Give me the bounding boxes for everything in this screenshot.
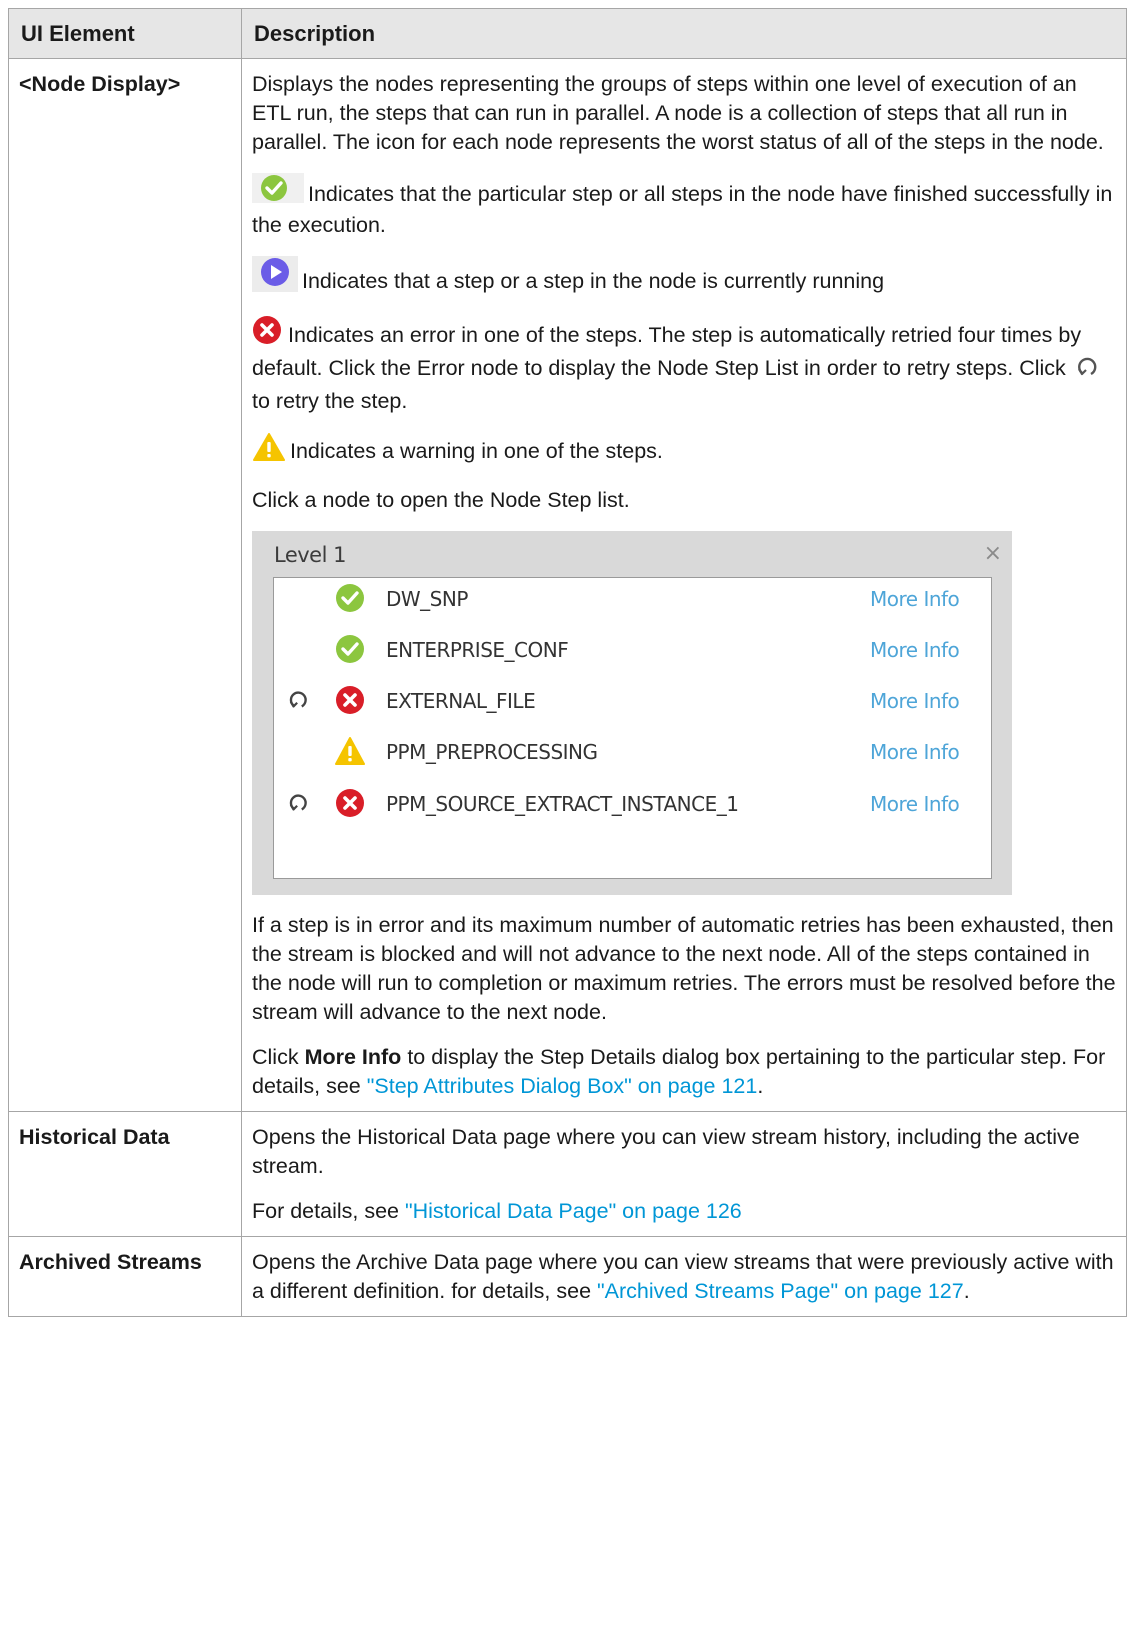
list-item: PPM_SOURCE_EXTRACT_INSTANCE_1 More Info (274, 783, 991, 823)
panel-title: Level 1 (274, 543, 346, 567)
list-item: PPM_PREPROCESSING More Info (274, 731, 991, 771)
more-info-bold: More Info (304, 1045, 402, 1069)
retry-icon (1076, 355, 1100, 387)
check-circle-icon (333, 581, 367, 623)
step-name: ENTERPRISE_CONF (386, 638, 569, 662)
step-name: EXTERNAL_FILE (386, 689, 536, 713)
more-info-end: . (757, 1074, 764, 1098)
list-item: EXTERNAL_FILE More Info (274, 680, 991, 720)
header-ui-element: UI Element (8, 8, 242, 59)
archived-para: Opens the Archive Data page where you ca… (252, 1248, 1116, 1306)
table-row-historical-data: Historical Data Opens the Historical Dat… (8, 1111, 1127, 1237)
description-archived-streams: Opens the Archive Data page where you ca… (241, 1236, 1127, 1317)
status-running-text: Indicates that a step or a step in the n… (302, 269, 885, 293)
element-name-historical-data: Historical Data (8, 1111, 242, 1237)
historical-data-link[interactable]: "Historical Data Page" on page 126 (405, 1199, 742, 1223)
historical-desc: Opens the Historical Data page where you… (252, 1125, 1080, 1178)
click-node-para: Click a node to open the Node Step list. (252, 488, 630, 512)
more-info-link[interactable]: More Info (870, 790, 960, 819)
error-x-circle-icon (333, 683, 367, 725)
element-name-node-display: <Node Display> (8, 58, 242, 1112)
retry-icon[interactable] (288, 792, 310, 822)
warning-triangle-icon (252, 432, 286, 470)
retry-icon[interactable] (288, 689, 310, 719)
check-circle-icon (252, 173, 304, 211)
ui-element-table: UI Element Description <Node Display> Di… (8, 8, 1127, 1317)
status-error-para: Indicates an error in one of the steps. … (252, 316, 1116, 416)
step-name: PPM_PREPROCESSING (386, 740, 598, 764)
element-name-archived-streams: Archived Streams (8, 1236, 242, 1317)
description-historical-data: Opens the Historical Data page where you… (241, 1111, 1127, 1237)
more-info-para: Click More Info to display the Step Deta… (252, 1043, 1116, 1101)
level-panel: Level 1 × DW_SNP More Info ENTERPRISE_CO… (252, 531, 1012, 895)
step-name: DW_SNP (386, 587, 468, 611)
more-info-link[interactable]: More Info (870, 585, 960, 614)
archived-streams-link[interactable]: "Archived Streams Page" on page 127 (597, 1279, 964, 1303)
historical-details-text: For details, see (252, 1199, 399, 1223)
status-error-text-a: Indicates an error in one of the steps. … (252, 323, 1082, 380)
list-item: DW_SNP More Info (274, 578, 991, 618)
list-item: ENTERPRISE_CONF More Info (274, 629, 991, 669)
node-display-intro: Displays the nodes representing the grou… (252, 72, 1104, 154)
header-description: Description (241, 8, 1127, 59)
more-info-text-a: Click (252, 1045, 299, 1069)
error-x-circle-icon (252, 316, 284, 354)
status-error-text-b: to retry the step. (252, 389, 408, 413)
close-icon[interactable]: × (984, 539, 1002, 568)
archived-end: . (963, 1279, 970, 1303)
table-row-archived-streams: Archived Streams Opens the Archive Data … (8, 1236, 1127, 1317)
more-info-link[interactable]: More Info (870, 687, 960, 716)
blocked-para: If a step is in error and its maximum nu… (252, 913, 1116, 1024)
check-circle-icon (333, 632, 367, 674)
step-name: PPM_SOURCE_EXTRACT_INSTANCE_1 (386, 792, 739, 816)
more-info-link[interactable]: More Info (870, 738, 960, 767)
historical-details-para: For details, see "Historical Data Page" … (252, 1197, 1116, 1226)
description-node-display: Displays the nodes representing the grou… (241, 58, 1127, 1112)
play-circle-icon (252, 256, 298, 300)
status-success-para: Indicates that the particular step or al… (252, 173, 1116, 240)
table-row-node-display: <Node Display> Displays the nodes repres… (8, 58, 1127, 1112)
table-header-row: UI Element Description (8, 8, 1127, 59)
node-step-list: DW_SNP More Info ENTERPRISE_CONF More In… (273, 577, 992, 879)
error-x-circle-icon (333, 786, 367, 828)
status-running-para: Indicates that a step or a step in the n… (252, 256, 1116, 300)
more-info-link[interactable]: More Info (870, 636, 960, 665)
status-success-text: Indicates that the particular step or al… (252, 182, 1113, 237)
status-warning-para: Indicates a warning in one of the steps. (252, 432, 1116, 470)
step-attributes-link[interactable]: "Step Attributes Dialog Box" on page 121 (367, 1074, 758, 1098)
status-warning-text: Indicates a warning in one of the steps. (290, 439, 663, 463)
warning-triangle-icon (333, 734, 367, 776)
